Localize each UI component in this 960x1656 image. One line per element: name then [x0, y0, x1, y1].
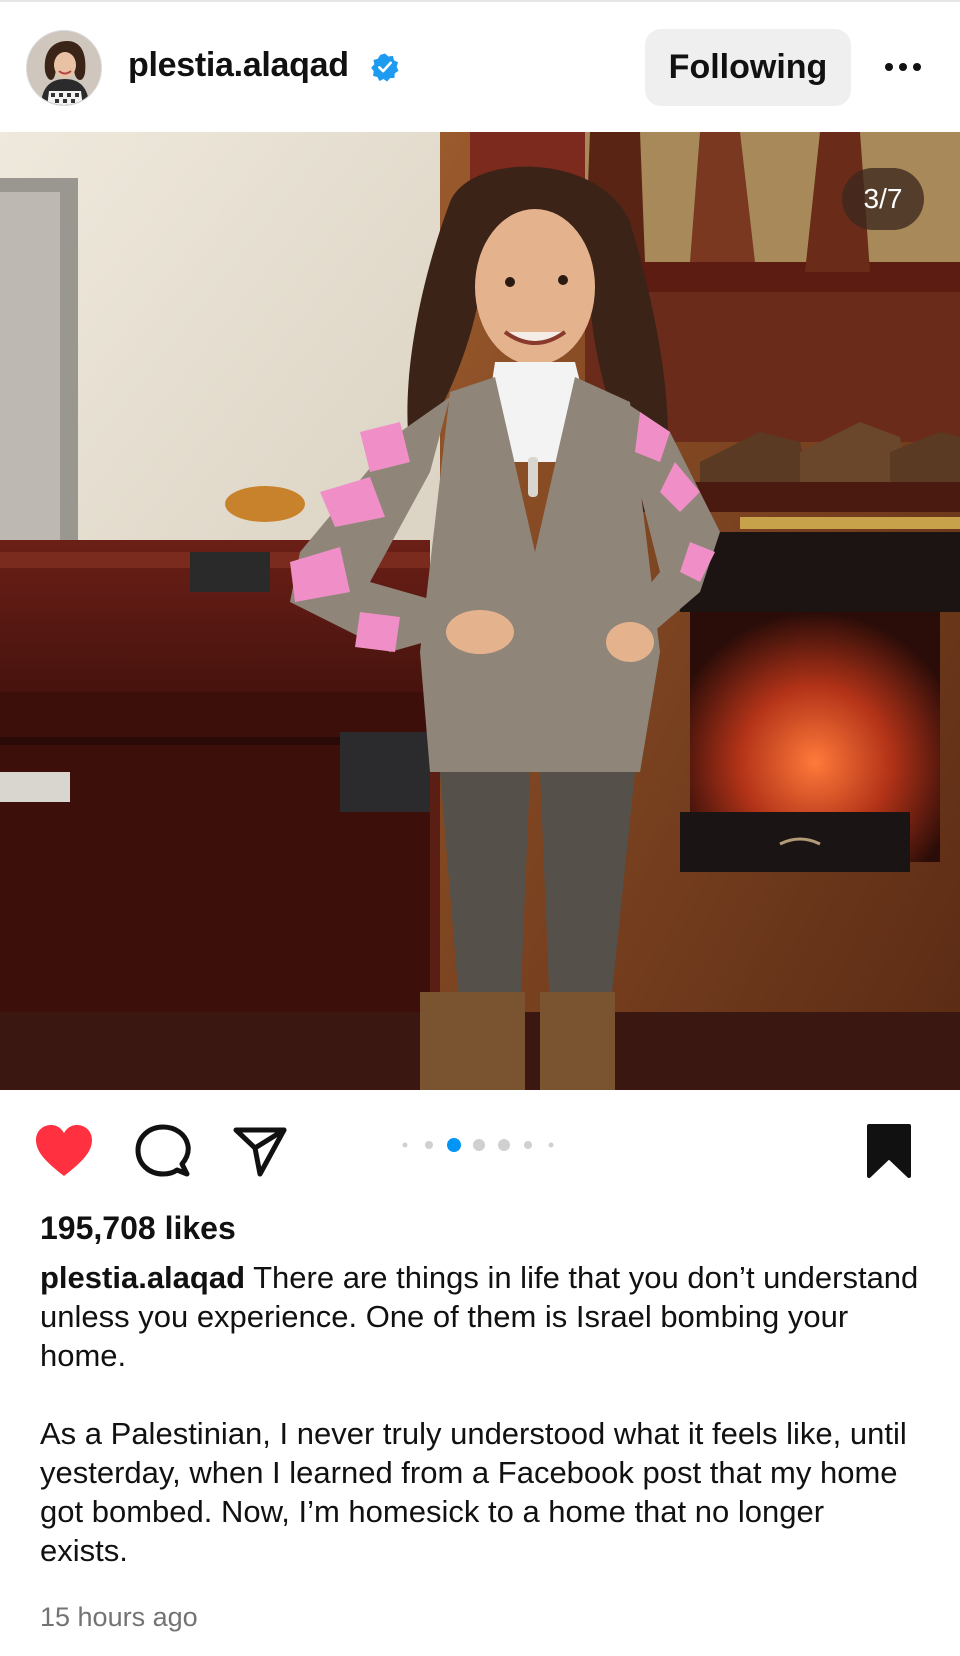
verified-badge-icon	[370, 52, 400, 82]
carousel-dot	[498, 1139, 510, 1151]
post-caption: plestia.alaqad There are things in life …	[40, 1258, 920, 1570]
share-icon[interactable]	[232, 1126, 288, 1178]
bookmark-filled-icon[interactable]	[866, 1123, 912, 1179]
more-options-icon[interactable]	[880, 52, 930, 82]
following-button[interactable]: Following	[645, 29, 851, 106]
post-image[interactable]	[0, 132, 960, 1090]
likes-count[interactable]: 195,708 likes	[40, 1210, 236, 1247]
carousel-dot-active	[447, 1138, 461, 1152]
caption-username[interactable]: plestia.alaqad	[40, 1260, 245, 1295]
comment-icon[interactable]	[135, 1124, 191, 1178]
heart-filled-icon[interactable]	[34, 1124, 94, 1178]
post-username[interactable]: plestia.alaqad	[128, 46, 349, 85]
post-timestamp: 15 hours ago	[40, 1602, 198, 1632]
carousel-dot	[425, 1141, 433, 1149]
carousel-dot	[524, 1141, 532, 1149]
caption-paragraph-2: As a Palestinian, I never truly understo…	[40, 1416, 907, 1568]
carousel-dot	[473, 1139, 485, 1151]
carousel-indicator	[400, 1137, 560, 1153]
image-counter: 3/7	[842, 168, 924, 230]
carousel-dot	[402, 1142, 408, 1148]
avatar[interactable]	[26, 30, 102, 106]
post-header: plestia.alaqad Following	[0, 2, 960, 130]
carousel-dot	[548, 1142, 554, 1148]
